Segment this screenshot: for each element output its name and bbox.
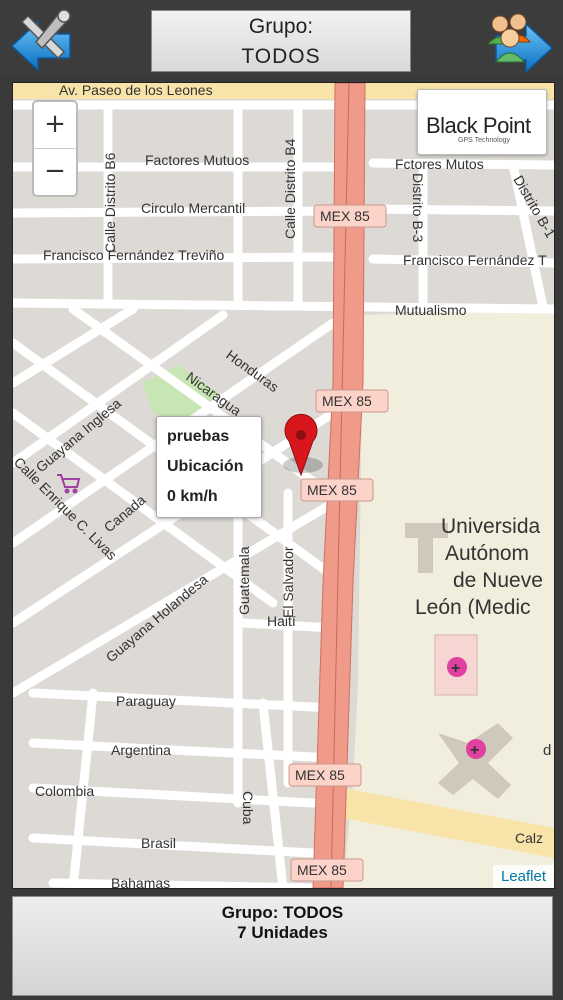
street-label: Calz <box>515 830 543 846</box>
street-label: Colombia <box>35 783 94 799</box>
highway-label: MEX 85 <box>322 393 372 409</box>
street-label: Av. Paseo de los Leones <box>59 83 213 98</box>
brand-tagline: GPS Technology <box>458 137 511 144</box>
street-label: Calle Distrito B6 <box>102 152 118 253</box>
street-label: Bahamas <box>111 875 170 888</box>
street-label: Guatemala <box>236 546 252 615</box>
group-value: TODOS <box>241 45 321 68</box>
street-label: Argentina <box>111 742 171 758</box>
footer-group: Grupo: TODOS <box>221 903 344 922</box>
street-label: Haití <box>267 613 296 629</box>
street-label: Cuba <box>240 791 256 825</box>
group-selector[interactable]: Grupo: TODOS <box>151 10 411 72</box>
zoom-in-button[interactable]: + <box>34 102 76 149</box>
street-label: Fctores Mutos <box>395 156 484 172</box>
street-label: Factores Mutuos <box>145 152 249 168</box>
tools-back-arrow-icon <box>10 9 71 72</box>
brand-name: Black Point <box>426 113 531 138</box>
street-map[interactable]: + + Av. Paseo de los Leones Factores Mut… <box>13 83 554 888</box>
status-footer[interactable]: Grupo: TODOS 7 Unidades <box>12 896 553 996</box>
campus-label: Autónom <box>445 542 529 565</box>
top-bar: Grupo: TODOS <box>0 0 563 76</box>
highway-label: MEX 85 <box>295 767 345 783</box>
vehicle-location-link[interactable]: Ubicación <box>167 458 243 476</box>
vehicle-name: pruebas <box>167 428 230 445</box>
users-forward-arrow-icon <box>486 13 554 74</box>
zoom-control: + − <box>32 100 78 197</box>
map-view[interactable]: + + Av. Paseo de los Leones Factores Mut… <box>12 82 555 889</box>
vehicle-speed: 0 km/h <box>167 488 218 505</box>
settings-back-button[interactable] <box>8 8 76 72</box>
campus-label: d <box>543 742 551 759</box>
street-label: Paraguay <box>116 693 176 709</box>
highway-label: MEX 85 <box>320 208 370 224</box>
campus-label: Universida <box>441 515 541 538</box>
campus-label: León (Medic <box>415 596 531 619</box>
street-label: El Salvador <box>280 546 296 618</box>
street-label: Brasil <box>141 835 176 851</box>
vehicle-popup[interactable]: pruebas Ubicación 0 km/h <box>156 416 262 518</box>
street-label: Distrito B-3 <box>410 173 426 242</box>
svg-text:+: + <box>470 742 479 759</box>
groups-forward-button[interactable] <box>486 8 556 74</box>
street-label: Francisco Fernández Treviño <box>43 247 225 263</box>
map-attribution-link[interactable]: Leaflet <box>492 865 554 888</box>
street-label: Circulo Mercantil <box>141 200 245 216</box>
zoom-out-button[interactable]: − <box>34 149 76 195</box>
highway-label: MEX 85 <box>307 482 357 498</box>
svg-text:+: + <box>451 660 460 677</box>
brand-logo: Black Point GPS Technology <box>417 89 547 155</box>
group-label: Grupo: <box>248 15 314 38</box>
street-label: Mutualismo <box>395 302 467 318</box>
campus-label: de Nueve <box>453 569 543 592</box>
street-label: Calle Distrito B4 <box>282 138 298 239</box>
highway-label: MEX 85 <box>297 862 347 878</box>
footer-units-count: 7 Unidades <box>237 923 328 942</box>
street-label: Francisco Fernández T <box>403 252 547 268</box>
